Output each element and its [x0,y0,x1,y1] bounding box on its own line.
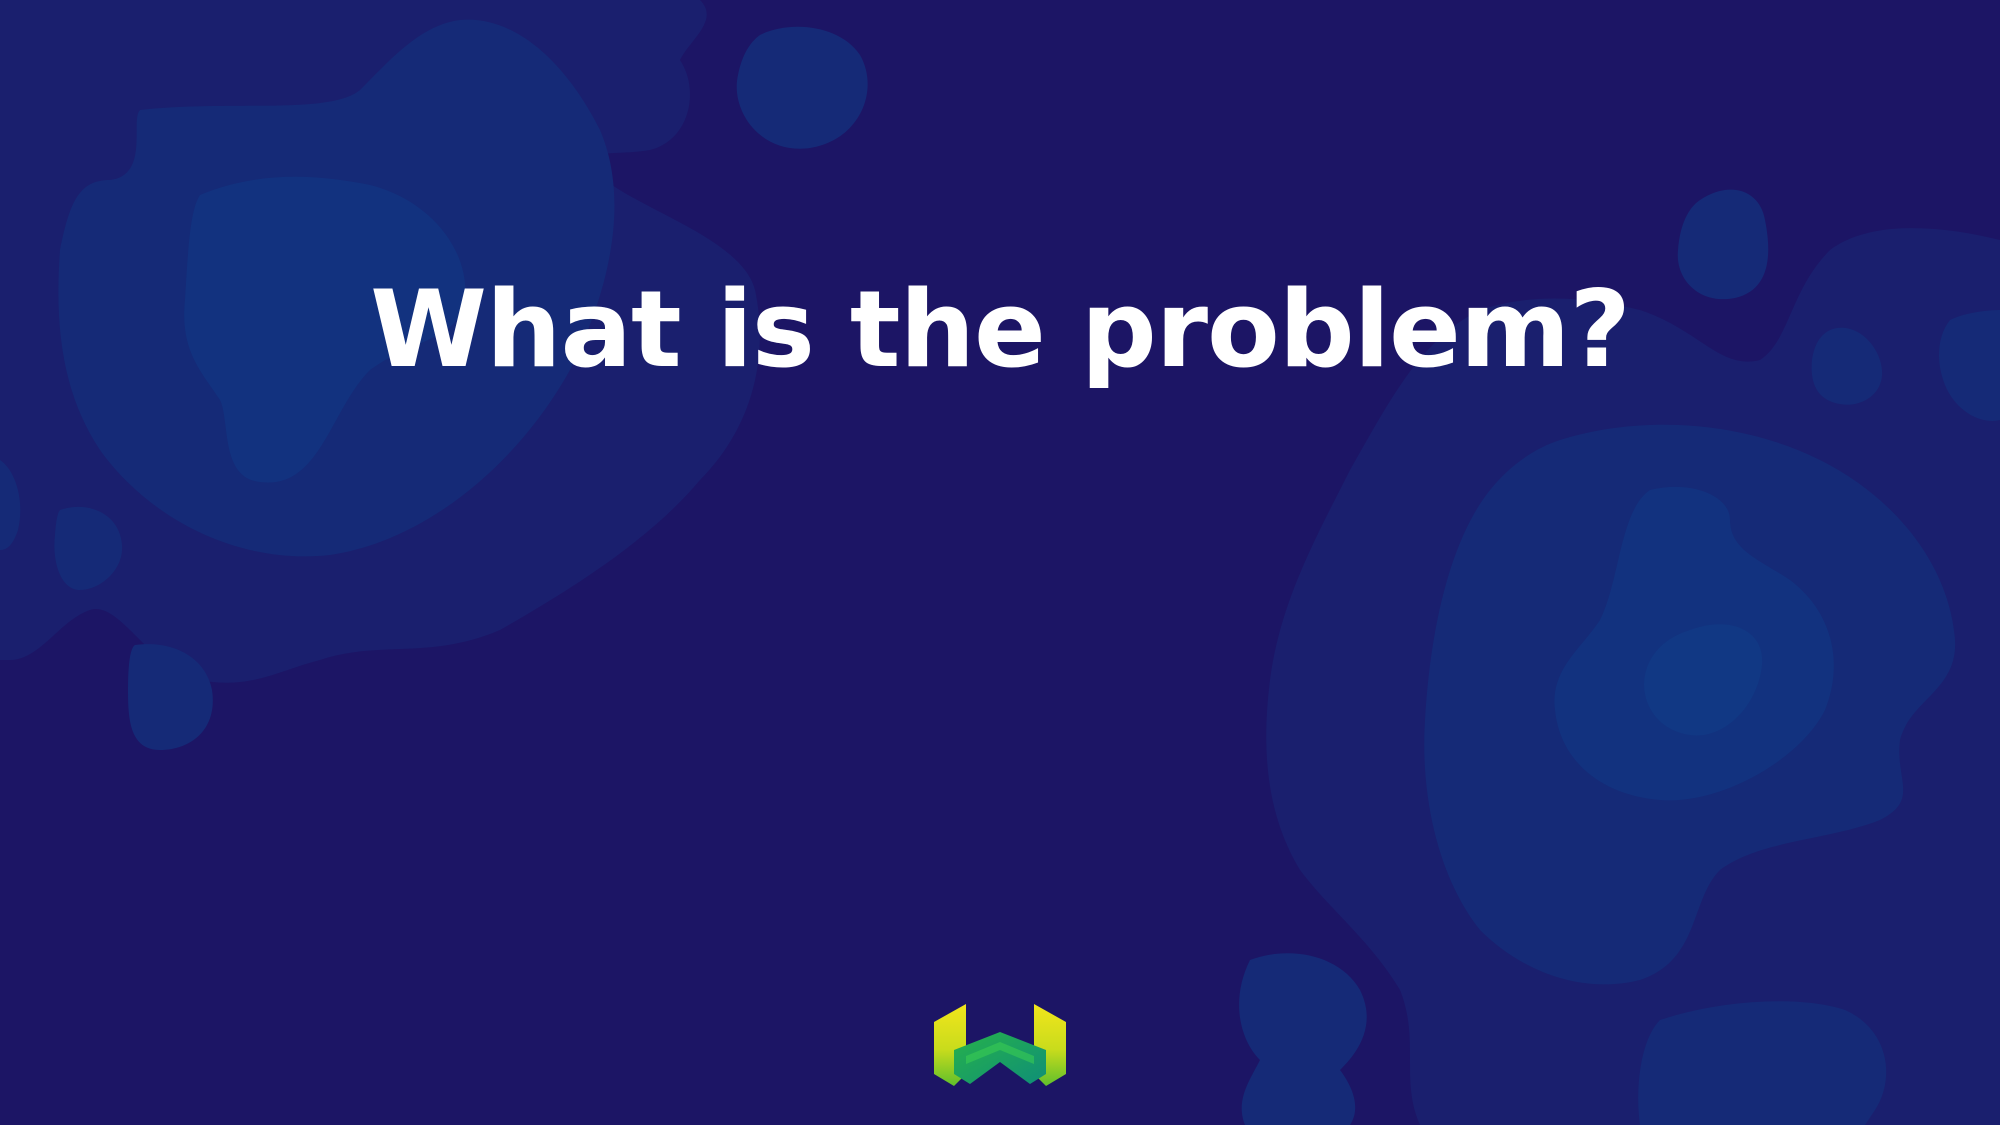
blob-small-top [736,26,868,149]
slide-title: What is the problem? [370,268,1631,391]
blob-bottom-b [1638,1001,1887,1125]
background-blobs [0,0,2000,1125]
slide: What is the problem? [0,0,2000,1125]
blob-bottom-a [1239,953,1367,1125]
w-brand-logo-icon [934,1004,1066,1086]
